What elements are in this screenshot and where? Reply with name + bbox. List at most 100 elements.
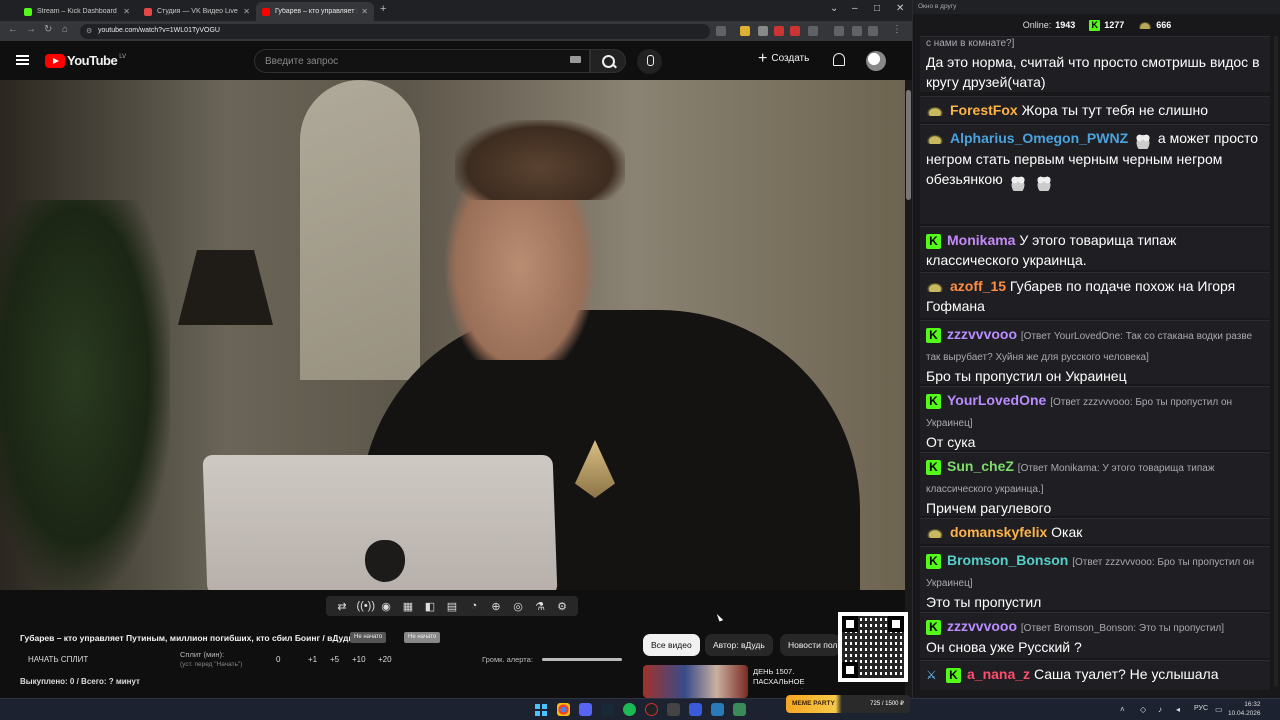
chat-message: azoff_15 Губарев по подаче похож на Игор… [920,272,1270,318]
avatar[interactable] [866,51,886,71]
tab-kick-dashboard[interactable]: Stream – Kick Dashboard ✕ [18,2,136,21]
hat-icon [1138,21,1153,29]
chat-scrollbar[interactable] [1274,36,1278,686]
new-tab-button[interactable]: + [380,3,386,15]
maximize-button[interactable]: □ [874,3,880,14]
kick-badge-icon: K [926,619,941,635]
extension-icon[interactable] [716,26,726,36]
extension-icon[interactable] [758,26,768,36]
subtitles-icon[interactable]: ▤ [445,600,460,613]
obs-icon[interactable] [645,703,658,716]
hamburger-menu-icon[interactable] [16,55,29,65]
language-indicator[interactable]: РУС [1194,705,1208,712]
reload-icon[interactable]: ↻ [44,24,52,35]
chip-author[interactable]: Автор: вДудь [705,634,773,656]
youtube-logo[interactable]: YouTube LV [45,53,126,68]
recommendation-thumbnail[interactable] [643,665,748,698]
steam-icon[interactable] [601,703,614,716]
profile-icon[interactable] [852,26,862,36]
alert-volume-slider[interactable] [542,658,622,661]
address-bar[interactable]: ⚙ youtube.com/watch?v=1WL01TyVOGU [80,24,710,39]
close-tab-icon[interactable]: ✕ [123,7,130,16]
chat-message: ⚔ Ka_nana_z Саша туалет? Не услышала [920,660,1270,690]
app-icon[interactable] [733,703,746,716]
home-icon[interactable]: ⌂ [62,24,68,35]
broadcast-icon[interactable]: ((•)) [357,600,376,612]
split-add-10-button[interactable]: +10 [352,655,366,664]
notifications-bell-icon[interactable] [833,53,845,66]
mouse-cursor-icon [716,612,724,622]
speaker-icon[interactable]: ◂ [1176,705,1180,714]
hat-badge-icon [926,106,944,117]
search-input[interactable]: Введите запрос [254,49,590,73]
chip-all-videos[interactable]: Все видео [643,634,700,656]
tab-vk-studio[interactable]: Студия — VK Видео Live ✕ [138,2,256,21]
spotify-icon[interactable] [623,703,636,716]
chat-messages: с нами в комнате?] Да это норма, считай … [920,36,1270,698]
download-icon[interactable] [834,26,844,36]
speed-icon[interactable]: ◔ [467,600,482,612]
chrome-icon[interactable] [557,703,570,716]
windows-start-icon[interactable] [535,704,547,716]
flask-icon[interactable]: ⚗ [533,600,548,613]
voice-search-mic-icon[interactable] [637,49,662,74]
recommendation-title[interactable]: ДЕНЬ 1507. ПАСХАЛЬНОЕ ПЕРЕМИРИЕ/ ГНЕВ ТР… [753,667,843,689]
page-scrollbar[interactable] [905,80,912,698]
profile-avatar-icon[interactable] [868,26,878,36]
extension-icon[interactable] [790,26,800,36]
app-icon[interactable] [689,703,702,716]
browser-window: Stream – Kick Dashboard ✕ Студия — VK Ви… [0,0,912,698]
keyboard-icon[interactable] [570,56,581,63]
app-icon[interactable] [667,703,680,716]
chat-message: Kzzzvvvooo [Ответ YourLovedOne: Так со с… [920,320,1270,384]
tab-bar: Stream – Kick Dashboard ✕ Студия — VK Ви… [0,0,912,21]
extension-icon[interactable] [740,26,750,36]
screenshot-camera-icon[interactable]: ◎ [511,600,526,613]
tab-search-button[interactable]: ⌄ [830,3,838,14]
browser-menu-icon[interactable]: ⋮ [892,24,902,35]
start-split-button[interactable]: НАЧАТЬ СПЛИТ [28,655,88,664]
tray-chevron-icon[interactable]: ˄ [1120,705,1125,714]
mic-tray-icon[interactable]: ♪ [1158,705,1162,714]
watch-icon[interactable]: ◉ [379,600,394,613]
video-player[interactable] [0,80,905,590]
create-button[interactable]: + Создать [758,50,809,66]
tab-youtube-video[interactable]: Губарев – кто управляет П… ✕ [256,2,374,21]
chip-news[interactable]: Новости пол [780,634,840,656]
discord-icon[interactable] [579,703,592,716]
close-tab-icon[interactable]: ✕ [243,7,250,16]
status-badge[interactable]: Не начато [404,632,441,643]
video-title: Губарев – кто управляет Путиным, миллион… [20,633,354,643]
chat-message: K Monikama У этого товарища типаж классич… [920,226,1270,270]
chat-message: domanskyfelix Окак [920,518,1270,544]
search-button[interactable] [590,49,626,73]
close-window-button[interactable]: ✕ [896,3,904,14]
split-add-5-button[interactable]: +5 [330,655,339,664]
split-add-20-button[interactable]: +20 [378,655,392,664]
settings-gear-icon[interactable]: ⚙ [555,600,570,613]
picture-in-picture-icon[interactable]: ◧ [423,600,438,613]
site-info-icon[interactable]: ⚙ [86,27,92,35]
loop-icon[interactable]: ⇄ [335,600,350,613]
video-scene-hair [455,120,625,200]
tray-app-icon[interactable]: ◇ [1140,705,1146,714]
back-arrow-icon[interactable]: ← [8,24,18,35]
status-badge[interactable]: Не начато [350,632,387,643]
split-minutes-label: Сплит (мин): [180,650,225,659]
extensions-puzzle-icon[interactable] [808,26,818,36]
extension-icon[interactable] [774,26,784,36]
chat-stats: Online: 1943 K 1277 666 [913,14,1280,36]
browser-toolbar: ← → ↻ ⌂ ⚙ youtube.com/watch?v=1WL01TyVOG… [0,21,912,41]
minimize-button[interactable]: – [852,3,858,14]
kick-favicon-icon [24,7,32,16]
add-clip-icon[interactable]: ⊕ [489,600,504,613]
forward-arrow-icon[interactable]: → [26,24,36,35]
split-add-1-button[interactable]: +1 [308,655,317,664]
clock[interactable]: 16:32 10.04.2026 [1228,700,1261,718]
close-tab-icon[interactable]: ✕ [361,7,368,16]
bought-minutes-text: Выкуплено: 0 / Всего: ? минут [20,677,140,686]
film-icon[interactable]: ▦ [401,600,416,613]
network-icon[interactable]: ▭ [1215,705,1223,714]
app-icon[interactable] [711,703,724,716]
scrollbar-thumb[interactable] [906,90,911,200]
